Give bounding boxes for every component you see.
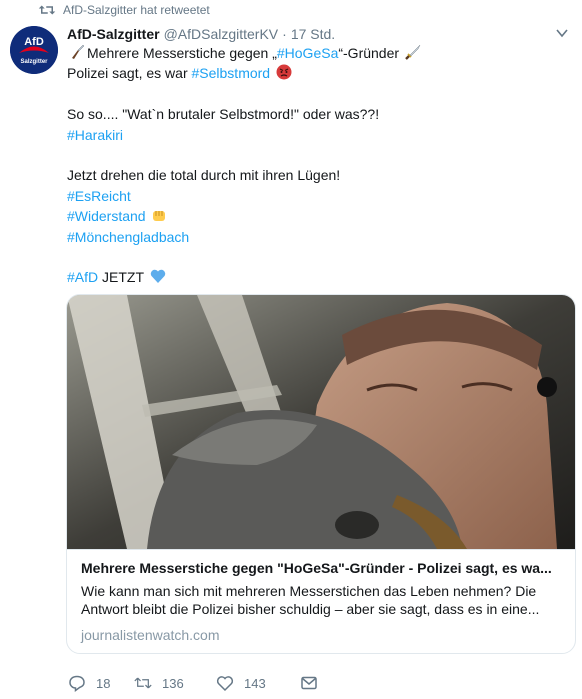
direct-message-button[interactable]: [300, 674, 328, 692]
author-handle[interactable]: @AfDSalzgitterKV: [164, 26, 279, 42]
tweet-line-2: Polizei sagt, es war #Selbstmord: [67, 63, 567, 83]
tweet-text: Mehrere Messerstiche gegen „#HoGeSa“-Grü…: [67, 43, 567, 288]
afd-logo: AfD Salzgitter: [10, 26, 58, 74]
reply-button[interactable]: 18: [68, 674, 134, 692]
knife-icon: [72, 44, 85, 59]
tweet-text-segment: JETZT: [98, 269, 144, 286]
hashtag-afd[interactable]: #AfD: [67, 269, 98, 285]
retweet-icon: [38, 5, 56, 15]
link-card[interactable]: Mehrere Messerstiche gegen "HoGeSa"-Grün…: [66, 294, 576, 654]
retweet-icon: [134, 677, 152, 689]
card-title[interactable]: Mehrere Messerstiche gegen "HoGeSa"-Grün…: [81, 559, 565, 577]
retweet-button[interactable]: 136: [134, 674, 216, 692]
chevron-down-icon[interactable]: [555, 26, 569, 40]
card-domain[interactable]: journalistenwatch.com: [81, 626, 575, 644]
tweet-line-5: Jetzt drehen die total durch mit ihren L…: [67, 167, 341, 184]
avatar[interactable]: AfD Salzgitter: [10, 26, 58, 74]
tweet-header: AfD-Salzgitter @AfDSalzgitterKV · 17 Std…: [67, 26, 335, 42]
retweet-context[interactable]: AfD-Salzgitter hat retweetet: [38, 3, 210, 17]
hashtag-selbstmord[interactable]: #Selbstmord: [192, 65, 271, 81]
tweet-text-segment: Mehrere Messerstiche gegen „: [87, 45, 277, 61]
separator-dot: ·: [282, 26, 287, 42]
angry-face-icon: [276, 64, 292, 80]
hashtag-widerstand[interactable]: #Widerstand: [67, 208, 146, 224]
retweet-context-label: AfD-Salzgitter hat retweetet: [63, 3, 210, 17]
like-button[interactable]: 143: [216, 674, 300, 692]
reply-count: 18: [96, 675, 111, 691]
action-bar: 18 136 143: [68, 674, 328, 692]
reply-icon: [69, 675, 85, 692]
blue-heart-icon: [150, 270, 165, 284]
hashtag-harakiri[interactable]: #Harakiri: [67, 125, 567, 145]
like-icon: [216, 676, 234, 692]
like-count: 143: [244, 675, 266, 691]
dagger-icon: [405, 44, 421, 60]
svg-text:Salzgitter: Salzgitter: [20, 59, 48, 65]
retweet-count: 136: [162, 675, 184, 691]
tweet-line-1: Mehrere Messerstiche gegen „#HoGeSa“-Grü…: [67, 43, 567, 63]
author-name[interactable]: AfD-Salzgitter: [67, 26, 160, 42]
tweet-timestamp[interactable]: 17 Std.: [291, 26, 335, 42]
tweet-text-segment: Polizei sagt, es war: [67, 65, 192, 82]
hashtag-moenchengladbach[interactable]: #Mönchengladbach: [67, 227, 567, 247]
message-icon: [301, 676, 317, 690]
tweet-line-9: #AfD JETZT: [67, 267, 567, 287]
tweet-line-3: So so.... "Wat`n brutaler Selbstmord!" o…: [67, 106, 380, 123]
hashtag-esreicht[interactable]: #EsReicht: [67, 186, 567, 206]
card-image: [67, 295, 575, 549]
card-description: Wie kann man sich mit mehreren Messersti…: [81, 583, 540, 617]
hashtag-hogesa[interactable]: #HoGeSa: [277, 45, 338, 61]
tweet-line-7: #Widerstand: [67, 206, 567, 226]
svg-text:AfD: AfD: [24, 36, 44, 48]
tweet-text-segment: “-Gründer: [338, 45, 400, 61]
card-body[interactable]: Mehrere Messerstiche gegen "HoGeSa"-Grün…: [67, 549, 575, 644]
fist-icon: [153, 211, 166, 222]
